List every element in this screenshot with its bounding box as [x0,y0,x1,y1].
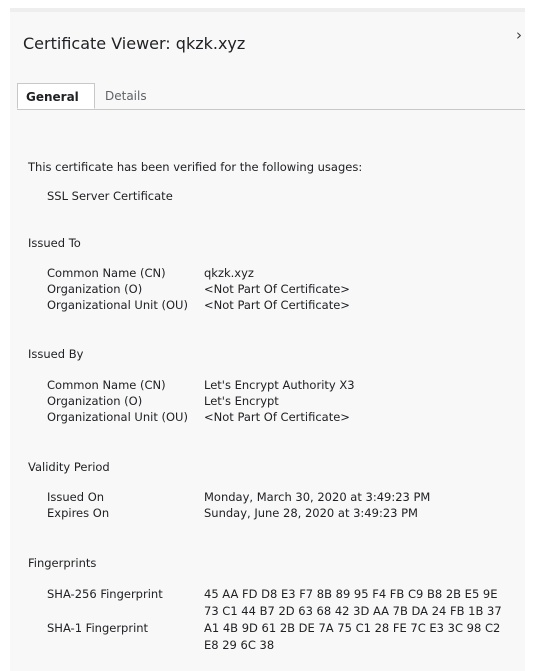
sha256-value-line2: 73 C1 44 B7 2D 63 68 42 3D AA 7B DA 24 F… [204,604,502,618]
issued-by-ou-value: <Not Part Of Certificate> [204,410,350,424]
issued-by-ou-label: Organizational Unit (OU) [47,410,188,424]
dialog-title: Certificate Viewer: qkzk.xyz [23,34,246,53]
tab-details[interactable]: Details [97,83,155,109]
issued-by-cn-value: Let's Encrypt Authority X3 [204,378,355,392]
fingerprints-heading: Fingerprints [28,556,97,570]
close-chevron-icon[interactable]: › [516,28,522,43]
issued-on-label: Issued On [47,490,105,504]
issued-to-heading: Issued To [28,236,81,250]
issued-to-o-label: Organization (O) [47,282,143,296]
tab-bar: General Details [17,83,525,110]
sha1-value-line1: A1 4B 9D 61 2B DE 7A 75 C1 28 FE 7C E3 3… [204,621,501,635]
usage-item: SSL Server Certificate [47,189,173,203]
issued-to-ou-value: <Not Part Of Certificate> [204,298,350,312]
usages-heading: This certificate has been verified for t… [28,160,363,174]
sha1-value-line2: E8 29 6C 38 [204,638,275,652]
tab-general[interactable]: General [17,83,95,109]
issued-by-heading: Issued By [28,347,84,361]
validity-heading: Validity Period [28,460,110,474]
certificate-viewer-dialog: Certificate Viewer: qkzk.xyz General Det… [10,12,525,671]
issued-to-cn-label: Common Name (CN) [47,266,166,280]
expires-on-value: Sunday, June 28, 2020 at 3:49:23 PM [204,506,418,520]
issued-by-cn-label: Common Name (CN) [47,378,166,392]
expires-on-label: Expires On [47,506,110,520]
issued-by-o-value: Let's Encrypt [204,394,279,408]
issued-on-value: Monday, March 30, 2020 at 3:49:23 PM [204,490,431,504]
issued-by-o-label: Organization (O) [47,394,143,408]
sha256-label: SHA-256 Fingerprint [47,587,163,601]
issued-to-cn-value: qkzk.xyz [204,266,254,280]
issued-to-ou-label: Organizational Unit (OU) [47,298,188,312]
sha1-label: SHA-1 Fingerprint [47,621,149,635]
issued-to-o-value: <Not Part Of Certificate> [204,282,350,296]
sha256-value-line1: 45 AA FD D8 E3 F7 8B 89 95 F4 FB C9 B8 2… [204,587,498,601]
